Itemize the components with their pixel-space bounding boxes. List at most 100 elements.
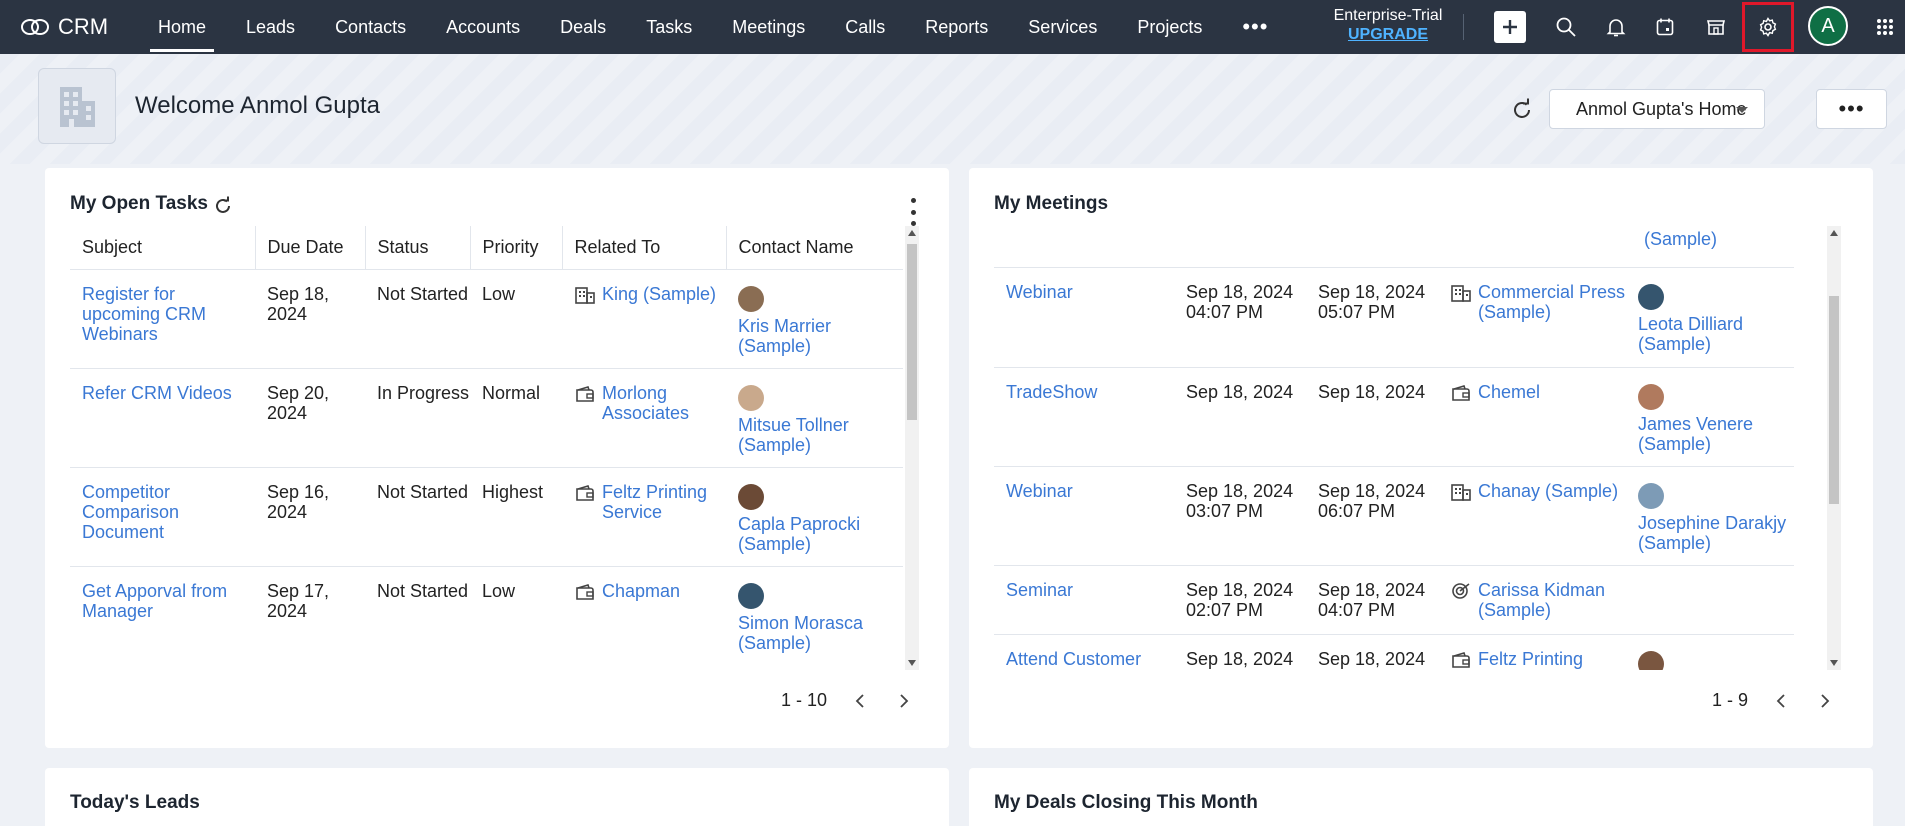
account-icon	[1450, 282, 1478, 322]
scroll-thumb[interactable]	[1829, 296, 1839, 504]
table-row[interactable]: Refer CRM Videos Sep 20, 2024 In Progress N…	[70, 368, 903, 468]
user-avatar[interactable]: A	[1808, 6, 1848, 46]
related-to-link[interactable]: King (Sample)	[602, 284, 716, 309]
table-row[interactable]: TradeShow Sep 18, 2024 Sep 18, 2024 Chemel J…	[994, 367, 1794, 467]
column-header[interactable]: Priority	[470, 226, 563, 270]
meetings-page-range: 1 - 9	[1712, 690, 1749, 710]
related-to-link[interactable]: Morlong Associates	[602, 383, 726, 423]
due-date-cell: Sep 16, 2024	[255, 467, 365, 567]
deal-icon	[574, 581, 602, 606]
column-header[interactable]: Related To	[562, 226, 727, 270]
nav-tab-home[interactable]: Home	[138, 0, 226, 54]
nav-tab-deals[interactable]: Deals	[540, 0, 626, 54]
related-to-link[interactable]: Feltz Printing Service	[1478, 649, 1626, 671]
create-button[interactable]	[1494, 11, 1526, 43]
scroll-up-icon[interactable]	[1830, 230, 1838, 236]
column-header[interactable]: Status	[365, 226, 471, 270]
scroll-down-icon[interactable]	[908, 660, 916, 666]
crm-logo[interactable]: CRM	[20, 14, 138, 40]
contact-link[interactable]: James Venere (Sample)	[1638, 414, 1753, 454]
contact-avatar	[1638, 284, 1664, 310]
nav-tab-projects[interactable]: Projects	[1117, 0, 1222, 54]
related-to-cell: Commercial Press (Sample)	[1438, 268, 1626, 368]
table-row[interactable]: Webinar Sep 18, 2024 03:07 PM Sep 18, 2024…	[994, 466, 1794, 566]
meeting-title-link[interactable]: Attend Customer conference	[1006, 649, 1141, 671]
related-to-link[interactable]: Carissa Kidman (Sample)	[1478, 580, 1626, 620]
refresh-icon[interactable]	[1508, 96, 1536, 124]
nav-tab-reports[interactable]: Reports	[905, 0, 1008, 54]
tasks-menu-icon[interactable]	[908, 198, 918, 226]
home-more-button[interactable]: •••	[1816, 89, 1887, 129]
apps-button[interactable]	[1866, 8, 1904, 46]
related-to-link[interactable]: Chanay (Sample)	[1478, 481, 1618, 506]
meeting-title-link[interactable]: Webinar	[1006, 481, 1073, 501]
column-header[interactable]: Due Date	[255, 226, 366, 270]
nav-tab-contacts[interactable]: Contacts	[315, 0, 426, 54]
account-icon	[1450, 481, 1478, 506]
related-to-cell: Chanay (Sample)	[1438, 466, 1626, 566]
to-cell: Sep 18, 2024 05:07 PM	[1306, 268, 1438, 368]
contact-link[interactable]: Simon Morasca (Sample)	[738, 613, 863, 653]
refresh-icon[interactable]	[211, 194, 235, 218]
table-row[interactable]: Competitor Comparison Document Sep 16, 20…	[70, 467, 903, 567]
tasks-pager: 1 - 10	[781, 690, 911, 711]
nav-tab-leads[interactable]: Leads	[226, 0, 315, 54]
partial-contact-link[interactable]: (Sample)	[1644, 229, 1717, 250]
scroll-up-icon[interactable]	[908, 230, 916, 236]
table-row[interactable]: Get Apporval from Manager Sep 17, 2024 Not…	[70, 566, 903, 662]
meeting-title-link[interactable]: TradeShow	[1006, 382, 1097, 402]
scroll-thumb[interactable]	[907, 244, 917, 420]
column-header[interactable]: Subject	[70, 226, 256, 270]
nav-tab-services[interactable]: Services	[1008, 0, 1117, 54]
table-row[interactable]: Webinar Sep 18, 2024 04:07 PM Sep 18, 2024…	[994, 268, 1794, 368]
due-date-cell: Sep 20, 2024	[255, 368, 365, 468]
nav-tab-calls[interactable]: Calls	[825, 0, 905, 54]
upgrade-link[interactable]: UPGRADE	[1328, 25, 1448, 44]
table-row[interactable]: Register for upcoming CRM Webinars Sep 18…	[70, 269, 903, 369]
calendar-button[interactable]	[1646, 8, 1684, 46]
related-to-link[interactable]: Chapman	[602, 581, 680, 606]
nav-tab-accounts[interactable]: Accounts	[426, 0, 540, 54]
nav-tab-meetings[interactable]: Meetings	[712, 0, 825, 54]
contact-link[interactable]: Kris Marrier (Sample)	[738, 316, 831, 356]
task-subject-link[interactable]: Get Apporval from Manager	[82, 581, 227, 621]
meetings-scrollbar[interactable]	[1827, 226, 1841, 670]
building-icon	[60, 87, 95, 127]
column-header[interactable]: Contact Name	[726, 226, 903, 270]
related-to-link[interactable]: Chemel	[1478, 382, 1540, 407]
search-button[interactable]	[1547, 8, 1585, 46]
prev-page-button[interactable]	[1774, 693, 1790, 709]
nav-more-button[interactable]: •••	[1222, 0, 1288, 54]
contact-link[interactable]: Mitsue Tollner (Sample)	[738, 415, 849, 455]
related-to-link[interactable]: Feltz Printing Service	[602, 482, 726, 522]
related-to-link[interactable]: Commercial Press (Sample)	[1478, 282, 1626, 322]
meeting-title-link[interactable]: Webinar	[1006, 282, 1073, 302]
prev-page-button[interactable]	[853, 693, 869, 709]
contact-link[interactable]: Capla Paprocki (Sample)	[738, 514, 860, 554]
task-subject-link[interactable]: Competitor Comparison Document	[82, 482, 179, 542]
next-page-button[interactable]	[895, 693, 911, 709]
marketplace-button[interactable]	[1697, 8, 1735, 46]
scroll-down-icon[interactable]	[1830, 660, 1838, 666]
related-to: King (Sample)	[574, 284, 726, 309]
contact-link[interactable]: Josephine Darakjy (Sample)	[1638, 513, 1786, 553]
task-subject-link[interactable]: Refer CRM Videos	[82, 383, 232, 403]
tasks-scrollbar[interactable]	[905, 226, 919, 670]
home-view-select[interactable]: Anmol Gupta's Home	[1549, 89, 1765, 129]
contact-cell: James Venere (Sample)	[1626, 367, 1794, 467]
contact-cell: Kris Marrier (Sample)	[726, 269, 903, 369]
tasks-table: Subject Due Date Status Priority Related To C…	[70, 226, 903, 662]
deal-icon	[574, 482, 602, 522]
contact-avatar	[1638, 650, 1664, 670]
contact-link[interactable]: Leota Dilliard (Sample)	[1638, 314, 1743, 354]
related-to-cell: Chemel	[1438, 367, 1626, 467]
contact-avatar	[738, 384, 764, 411]
task-subject-link[interactable]: Register for upcoming CRM Webinars	[82, 284, 206, 344]
contact-avatar	[738, 483, 764, 510]
next-page-button[interactable]	[1816, 693, 1832, 709]
meeting-title-link[interactable]: Seminar	[1006, 580, 1073, 600]
nav-tab-tasks[interactable]: Tasks	[626, 0, 712, 54]
table-row[interactable]: Attend Customer conference Sep 18, 2024Se…	[994, 634, 1794, 670]
table-row[interactable]: Seminar Sep 18, 2024 02:07 PM Sep 18, 2024…	[994, 565, 1794, 635]
notifications-button[interactable]	[1597, 8, 1635, 46]
